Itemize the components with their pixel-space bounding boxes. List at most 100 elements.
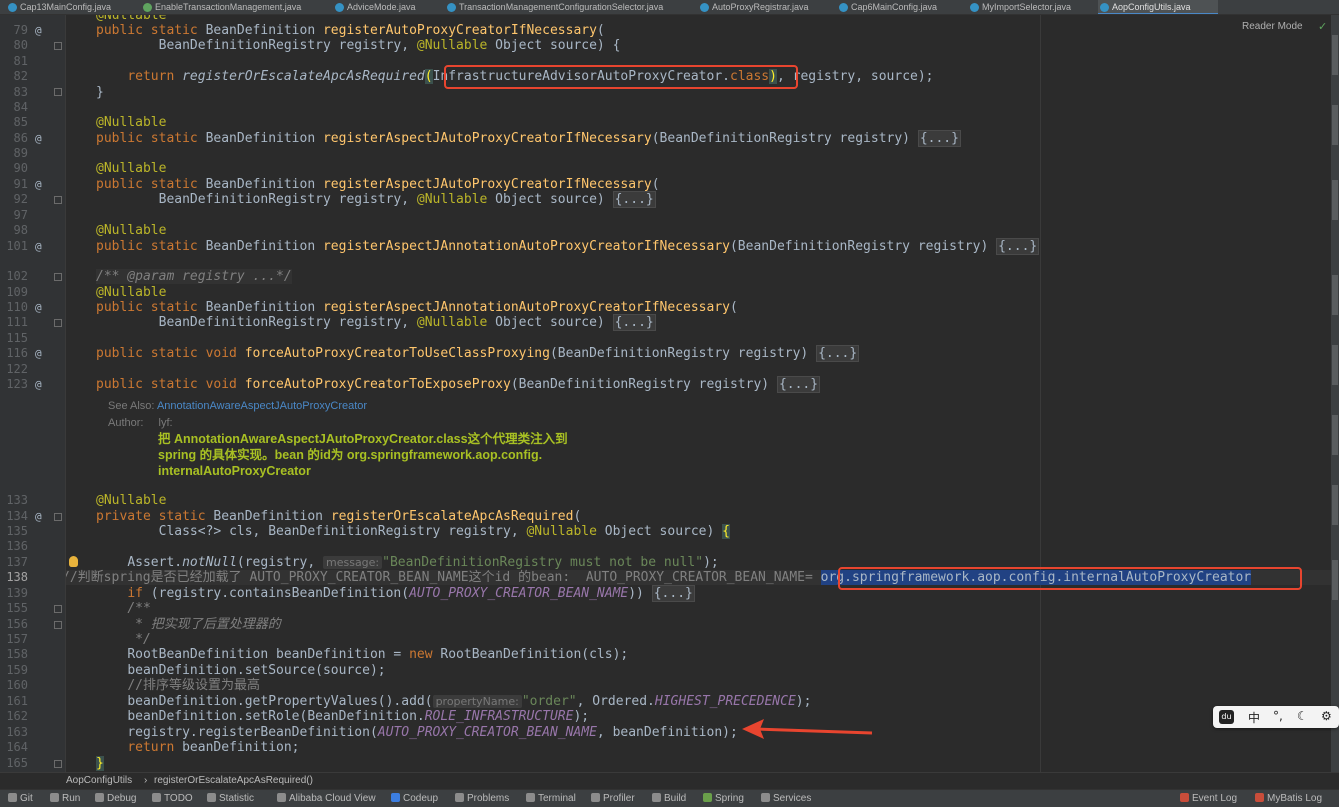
toolwindow-event-log[interactable]: Event Log — [1180, 793, 1237, 804]
override-at-icon[interactable]: @ — [35, 239, 47, 254]
folded-region[interactable]: {...} — [612, 314, 656, 331]
fold-toggle-icon[interactable] — [54, 196, 62, 204]
folded-region[interactable]: {...} — [776, 376, 821, 393]
tab-autoproxyregistrar[interactable]: AutoProxyRegistrar.java — [698, 0, 809, 14]
right-tool-tab[interactable] — [1332, 35, 1338, 75]
code-line-165: } — [96, 756, 104, 771]
toolwindow-todo[interactable]: TODO — [152, 793, 193, 804]
reader-mode-toggle[interactable]: Reader Mode — [1242, 21, 1303, 32]
ime-punctuation[interactable]: °, — [1273, 709, 1283, 723]
line-number: 83 — [13, 85, 28, 99]
override-at-icon[interactable]: @ — [35, 23, 47, 38]
code-line-164: return beanDefinition; — [127, 740, 300, 755]
code-line-160: //排序等级设置为最高 — [127, 678, 260, 693]
toolwindow-run[interactable]: Run — [50, 793, 80, 804]
folded-region[interactable]: {...} — [816, 345, 860, 362]
line-number: 137 — [6, 555, 28, 569]
fold-toggle-icon[interactable] — [54, 605, 62, 613]
lightbulb-icon[interactable] — [69, 556, 78, 567]
ime-language[interactable]: 中 — [1248, 709, 1260, 726]
line-number: 97 — [13, 208, 28, 222]
code-editor[interactable]: @Nullable public static BeanDefinition r… — [66, 15, 1331, 772]
override-at-icon[interactable]: @ — [35, 346, 47, 361]
right-tool-tab[interactable] — [1332, 345, 1338, 385]
line-number: 160 — [6, 678, 28, 692]
doc-label: Author: — [108, 417, 144, 429]
class-file-icon — [839, 3, 848, 12]
toolwindow-profiler[interactable]: Profiler — [591, 793, 635, 804]
toolwindow-alibaba-cloud-view[interactable]: Alibaba Cloud View — [277, 793, 376, 804]
breadcrumb-file[interactable]: AopConfigUtils — [66, 773, 132, 789]
input-method-widget[interactable]: du 中 °, ☾ ⚙ — [1213, 706, 1339, 728]
toolwindow-services[interactable]: Services — [761, 793, 811, 804]
line-number: 157 — [6, 632, 28, 646]
override-at-icon[interactable]: @ — [35, 509, 47, 524]
code-line-91: public static BeanDefinition registerAsp… — [96, 177, 660, 192]
folded-region[interactable]: {...} — [651, 585, 695, 602]
right-tool-tab[interactable] — [1332, 560, 1338, 600]
fold-toggle-icon[interactable] — [54, 621, 62, 629]
class-file-icon — [8, 3, 17, 12]
toolwindow-statistic[interactable]: Statistic — [207, 793, 254, 804]
override-at-icon[interactable]: @ — [35, 177, 47, 192]
line-number: 123 — [6, 377, 28, 391]
toolwindow-spring[interactable]: Spring — [703, 793, 744, 804]
toolwindow-git[interactable]: Git — [8, 793, 33, 804]
toolwindow-problems[interactable]: Problems — [455, 793, 509, 804]
tab-myimportselector[interactable]: MyImportSelector.java — [968, 0, 1071, 14]
annotation-nullable: @Nullable — [96, 161, 167, 176]
line-number: 92 — [13, 192, 28, 206]
fold-toggle-icon[interactable] — [54, 513, 62, 521]
code-line-135: Class<?> cls, BeanDefinitionRegistry reg… — [158, 524, 730, 539]
tab-advicemode[interactable]: AdviceMode.java — [333, 0, 416, 14]
see-also-link[interactable]: AnnotationAwareAspectJAutoProxyCreator — [157, 400, 367, 412]
breadcrumb-method[interactable]: registerOrEscalateApcAsRequired() — [154, 773, 313, 789]
code-line-80: BeanDefinitionRegistry registry, @Nullab… — [158, 38, 621, 53]
toolwindow-codeup[interactable]: Codeup — [391, 793, 438, 804]
gear-icon[interactable]: ⚙ — [1321, 709, 1332, 723]
right-tool-tab[interactable] — [1332, 485, 1338, 525]
folded-region[interactable]: {...} — [612, 191, 656, 208]
toolwindow-terminal[interactable]: Terminal — [526, 793, 576, 804]
folded-region[interactable]: {...} — [996, 238, 1040, 255]
right-tool-tab[interactable] — [1332, 180, 1338, 220]
line-number: 116 — [6, 346, 28, 360]
code-line-134: private static BeanDefinition registerOr… — [96, 509, 582, 524]
toolwindow-mybatis-log[interactable]: MyBatis Log — [1255, 793, 1322, 804]
run-icon — [50, 793, 59, 802]
code-line-111: BeanDefinitionRegistry registry, @Nullab… — [158, 314, 656, 331]
toolwindow-debug[interactable]: Debug — [95, 793, 136, 804]
line-number: 159 — [6, 663, 28, 677]
fold-toggle-icon[interactable] — [54, 760, 62, 768]
tab-enabletransactionmanagement[interactable]: EnableTransactionManagement.java — [141, 0, 301, 14]
right-tool-tab[interactable] — [1332, 415, 1338, 455]
code-line-163: registry.registerBeanDefinition(AUTO_PRO… — [127, 725, 738, 740]
line-number: 134 — [6, 509, 28, 523]
spring-leaf-icon — [703, 793, 712, 802]
tab-cap6mainconfig[interactable]: Cap6MainConfig.java — [837, 0, 937, 14]
folded-region[interactable]: {...} — [917, 130, 961, 147]
override-at-icon[interactable]: @ — [35, 131, 47, 146]
code-line-102-javadoc[interactable]: /** @param registry ...*/ — [96, 269, 292, 284]
tab-cap13mainconfig[interactable]: Cap13MainConfig.java — [6, 0, 111, 14]
line-number: 84 — [13, 100, 28, 114]
moon-icon[interactable]: ☾ — [1297, 709, 1308, 723]
fold-toggle-icon[interactable] — [54, 319, 62, 327]
tab-aopconfigutils[interactable]: AopConfigUtils.java — [1098, 0, 1218, 14]
tab-transactionmanagementconfigurationselector[interactable]: TransactionManagementConfigurationSelect… — [445, 0, 663, 14]
fold-toggle-icon[interactable] — [54, 273, 62, 281]
override-at-icon[interactable]: @ — [35, 377, 47, 392]
line-number: 115 — [6, 331, 28, 345]
line-number: 82 — [13, 69, 28, 83]
profiler-icon — [591, 793, 600, 802]
cloud-icon — [277, 793, 286, 802]
code-line-162: beanDefinition.setRole(BeanDefinition.RO… — [127, 709, 590, 724]
right-tool-tab[interactable] — [1332, 105, 1338, 145]
override-at-icon[interactable]: @ — [35, 300, 47, 315]
right-tool-tab[interactable] — [1332, 275, 1338, 315]
toolwindow-build[interactable]: Build — [652, 793, 686, 804]
highlight-box-bean-name — [838, 567, 1302, 590]
fold-toggle-icon[interactable] — [54, 88, 62, 96]
fold-toggle-icon[interactable] — [54, 42, 62, 50]
doc-text: 把 AnnotationAwareAspectJAutoProxyCreator… — [158, 432, 568, 446]
